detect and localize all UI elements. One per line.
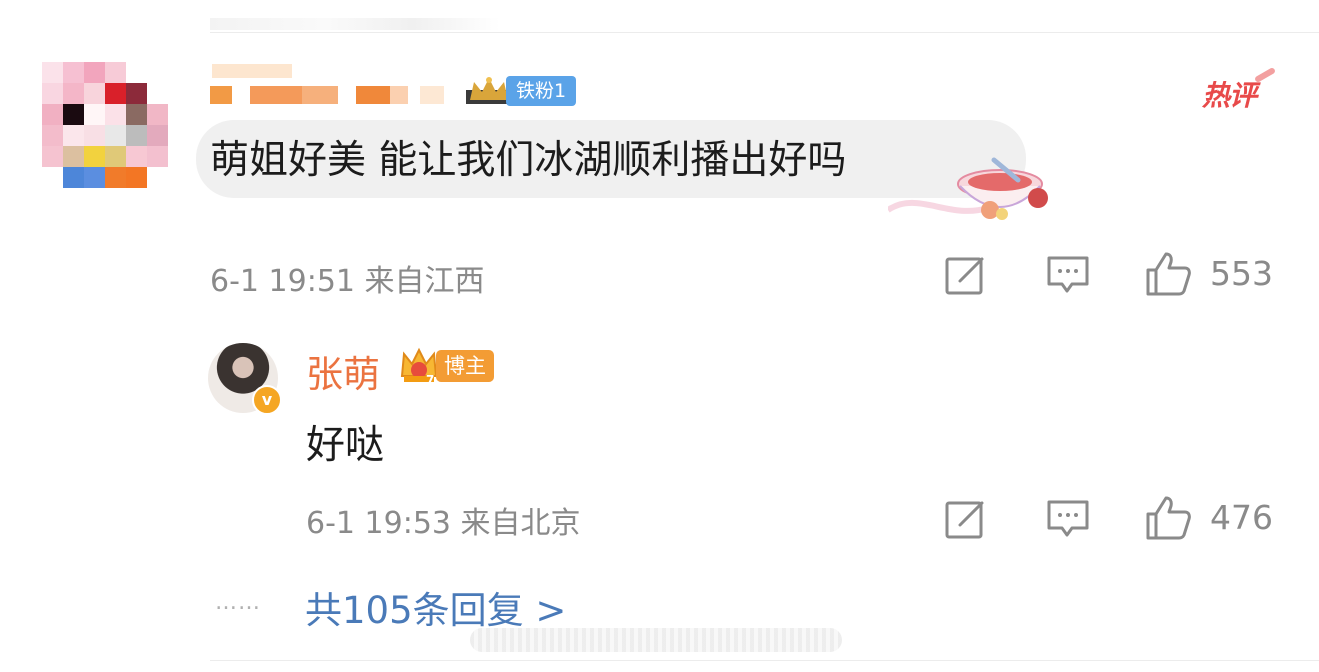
more-replies-link[interactable]: 共105条回复 > [305,580,566,634]
comment-location: 来自江西 [364,264,485,299]
reply-avatar[interactable]: v [208,343,282,415]
reply-like-count: 476 [1210,498,1273,537]
blurred-scroll-hint [470,628,842,652]
like-icon[interactable] [1144,250,1192,298]
comment-icon[interactable] [1046,497,1090,541]
blurred-previous-line [210,18,500,30]
reply-time: 6-1 19:53 [306,506,451,541]
commenter-name-redacted[interactable] [210,62,460,106]
comment-like-count: 553 [1210,254,1273,293]
blogger-badge-label: 博主 [436,350,494,382]
divider-bottom [210,660,1319,661]
crown-icon: 7 [400,347,438,386]
edit-icon[interactable] [944,253,988,297]
dessert-bowl-sticker [888,157,1048,220]
reply-text: 好哒 [306,423,385,468]
comment-time: 6-1 19:51 [210,264,355,299]
hot-tag-label: 热评 [1202,79,1257,112]
reply-meta: 6-1 19:53 来自北京 [306,498,581,542]
verified-icon: v [252,385,282,415]
hot-comment-tag: 热评 [1198,66,1278,112]
comment-text: 萌姐好美 能让我们冰湖顺利播出好吗 [210,138,847,183]
like-icon[interactable] [1144,494,1192,542]
crown-level: 7 [426,373,434,386]
fan-badge[interactable]: 铁粉1 [464,76,577,106]
reply-username[interactable]: 张萌 [306,344,380,398]
blogger-badge[interactable]: 7 博主 [398,346,494,386]
divider-top [210,32,1319,33]
more-dots: …… [215,590,261,615]
reply-location: 来自北京 [460,506,581,541]
fan-badge-label: 铁粉1 [506,76,577,106]
hot-tag-stroke [1253,66,1277,84]
commenter-avatar[interactable] [42,62,168,188]
edit-icon[interactable] [944,497,988,541]
comment-meta: 6-1 19:51 来自江西 [210,256,485,300]
comment-icon[interactable] [1046,253,1090,297]
